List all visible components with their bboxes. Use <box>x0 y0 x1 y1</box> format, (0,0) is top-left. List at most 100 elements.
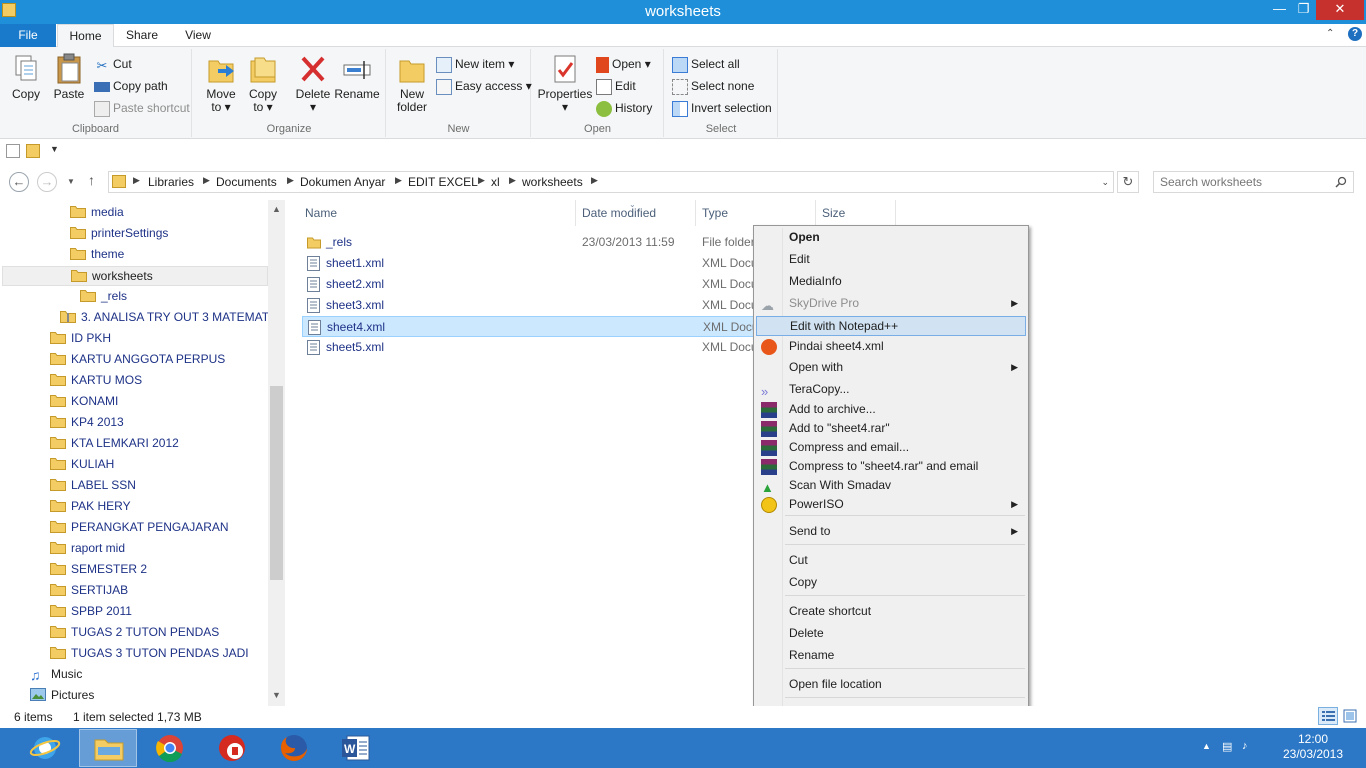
search-input[interactable] <box>1160 175 1330 189</box>
breadcrumb-separator-icon[interactable]: ▶ <box>478 175 485 186</box>
context-menu-item[interactable]: » TeraCopy... <box>756 380 1026 400</box>
context-menu-item[interactable]: Open file location <box>756 675 1026 695</box>
context-menu-item[interactable]: PowerISO ▶ <box>756 495 1026 515</box>
rename-button[interactable]: Rename <box>334 53 380 101</box>
column-divider[interactable] <box>815 200 816 226</box>
file-row[interactable]: sheet3.xml XML Docu <box>302 295 758 316</box>
navigation-scrollbar[interactable]: ▲ ▼ <box>268 200 285 706</box>
context-menu-item[interactable]: Open <box>756 228 1026 248</box>
invert-selection-button[interactable]: Invert selection <box>672 99 772 119</box>
file-row[interactable]: sheet1.xml XML Docu <box>302 253 758 274</box>
file-row[interactable]: sheet4.xml XML Docu <box>302 316 759 337</box>
context-menu-item[interactable]: Delete <box>756 624 1026 644</box>
nav-item[interactable]: Pictures <box>30 686 94 706</box>
context-menu-item[interactable]: Compress and email... <box>756 438 1026 458</box>
forward-button[interactable]: → <box>37 172 57 192</box>
volume-icon[interactable]: ♪ <box>1242 740 1248 752</box>
nav-item[interactable]: media <box>70 203 124 223</box>
tab-home[interactable]: Home <box>57 24 114 48</box>
context-menu-item[interactable]: Send to ▶ <box>756 522 1026 542</box>
context-menu-item[interactable]: Add to "sheet4.rar" <box>756 419 1026 439</box>
copy-to-button[interactable]: Copy to ▾ <box>243 53 283 114</box>
nav-item[interactable]: raport mid <box>50 539 125 559</box>
up-arrow-icon[interactable]: ↑ <box>88 172 95 188</box>
nav-item[interactable]: TUGAS 3 TUTON PENDAS JADI <box>50 644 249 664</box>
copy-button[interactable]: Copy <box>6 53 46 101</box>
open-button[interactable]: Open ▾ <box>596 55 651 75</box>
context-menu-item[interactable]: Pindai sheet4.xml <box>756 337 1026 357</box>
column-size[interactable]: Size <box>822 206 845 220</box>
column-divider[interactable] <box>895 200 896 226</box>
easy-access-button[interactable]: Easy access ▾ <box>436 77 532 97</box>
move-to-button[interactable]: Move to ▾ <box>201 53 241 114</box>
address-dropdown-icon[interactable]: ⌄ <box>1101 177 1109 188</box>
context-menu-item[interactable]: Create shortcut <box>756 602 1026 622</box>
nav-item[interactable]: KARTU ANGGOTA PERPUS <box>50 350 225 370</box>
context-menu-item[interactable]: Edit with Notepad++ <box>756 316 1026 336</box>
scroll-up-arrow-icon[interactable]: ▲ <box>272 204 281 214</box>
column-divider[interactable] <box>695 200 696 226</box>
close-button[interactable]: ✕ <box>1316 0 1364 20</box>
tab-file[interactable]: File <box>0 24 56 47</box>
address-bar[interactable]: ▶ Libraries ▶ Documents ▶ Dokumen Anyar … <box>108 171 1114 193</box>
help-icon[interactable]: ? <box>1348 27 1362 41</box>
nav-item[interactable]: SERTIJAB <box>50 581 128 601</box>
nav-item[interactable]: KONAMI <box>50 392 118 412</box>
column-type[interactable]: Type <box>702 206 728 220</box>
search-icon[interactable] <box>1335 176 1347 188</box>
nav-item[interactable]: _rels <box>80 287 127 307</box>
properties-button[interactable]: Properties ▾ <box>536 53 594 114</box>
context-menu-item[interactable]: Compress to "sheet4.rar" and email <box>756 457 1026 477</box>
properties-quick-icon[interactable] <box>6 144 20 158</box>
back-button[interactable]: ← <box>9 172 29 192</box>
breadcrumb-worksheets[interactable]: worksheets <box>522 175 583 189</box>
recent-locations-dropdown-icon[interactable]: ▼ <box>67 177 75 186</box>
context-menu-item[interactable]: ☁ SkyDrive Pro ▶ <box>756 294 1026 314</box>
breadcrumb-xl[interactable]: xl <box>491 175 500 189</box>
breadcrumb-dokumen-anyar[interactable]: Dokumen Anyar <box>300 175 385 189</box>
antivirus-taskbar-button[interactable] <box>203 729 261 767</box>
nav-item[interactable]: theme <box>70 245 124 265</box>
breadcrumb-separator-icon[interactable]: ▶ <box>395 175 402 186</box>
ribbon-collapse-chevron-icon[interactable]: ⌃ <box>1326 28 1334 39</box>
minimize-button[interactable]: — <box>1266 0 1293 20</box>
file-explorer-taskbar-button[interactable] <box>79 729 137 767</box>
scrollbar-thumb[interactable] <box>270 386 283 580</box>
context-menu-item[interactable]: Rename <box>756 646 1026 666</box>
context-menu-item[interactable]: MediaInfo <box>756 272 1026 292</box>
nav-item[interactable]: PERANGKAT PENGAJARAN <box>50 518 229 538</box>
paste-shortcut-button[interactable]: Paste shortcut <box>94 99 190 119</box>
nav-item[interactable]: ID PKH <box>50 329 111 349</box>
select-all-button[interactable]: Select all <box>672 55 740 75</box>
nav-item[interactable]: ♫ Music <box>30 665 82 685</box>
context-menu-item[interactable]: Add to archive... <box>756 400 1026 420</box>
breadcrumb-separator-icon[interactable]: ▶ <box>287 175 294 186</box>
edit-button[interactable]: Edit <box>596 77 636 97</box>
details-view-button[interactable] <box>1318 707 1338 725</box>
nav-item[interactable]: KARTU MOS <box>50 371 142 391</box>
cut-button[interactable]: ✂ Cut <box>94 55 132 75</box>
context-menu-item[interactable]: ▲ Scan With Smadav <box>756 476 1026 496</box>
new-folder-quick-icon[interactable] <box>26 144 40 158</box>
customize-dropdown-icon[interactable]: ▼ <box>50 144 64 158</box>
context-menu-item[interactable]: Edit <box>756 250 1026 270</box>
nav-item[interactable]: printerSettings <box>70 224 168 244</box>
nav-item[interactable]: KTA LEMKARI 2012 <box>50 434 179 454</box>
nav-item[interactable]: PAK HERY <box>50 497 131 517</box>
new-folder-button[interactable]: New folder <box>393 53 431 114</box>
nav-item[interactable]: worksheets <box>2 266 268 286</box>
breadcrumb-separator-icon[interactable]: ▶ <box>509 175 516 186</box>
refresh-button[interactable]: ↻ <box>1117 171 1139 193</box>
file-row[interactable]: sheet2.xml XML Docu <box>302 274 758 295</box>
show-hidden-icons-chevron-icon[interactable]: ▲ <box>1202 741 1211 751</box>
breadcrumb-separator-icon[interactable]: ▶ <box>203 175 210 186</box>
paste-button[interactable]: Paste <box>50 53 88 101</box>
context-menu-item[interactable]: Cut <box>756 551 1026 571</box>
column-divider[interactable] <box>575 200 576 226</box>
firefox-taskbar-button[interactable] <box>265 729 323 767</box>
nav-item[interactable]: KULIAH <box>50 455 114 475</box>
breadcrumb-separator-icon[interactable]: ▶ <box>591 175 598 186</box>
file-row[interactable]: sheet5.xml XML Docu <box>302 337 758 358</box>
nav-item[interactable]: TUGAS 2 TUTON PENDAS <box>50 623 219 643</box>
nav-item[interactable]: LABEL SSN <box>50 476 136 496</box>
